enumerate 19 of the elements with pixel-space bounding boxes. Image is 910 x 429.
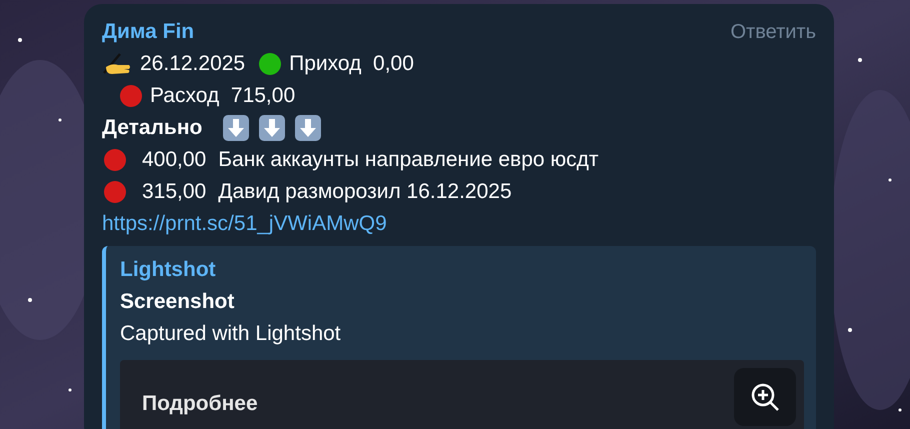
preview-site-name: Lightshot <box>120 257 217 283</box>
more-text: Подробнее <box>142 392 258 416</box>
link-preview[interactable]: Lightshot Screenshot Captured with Lightshot Подробнее <box>102 246 816 429</box>
zoom-button[interactable] <box>734 368 796 426</box>
reply-link[interactable]: Ответить <box>730 20 816 44</box>
screenshot-link[interactable]: https://prnt.sc/51_jVWiAMwQ9 <box>102 212 387 236</box>
sender-name[interactable]: Дима Fin <box>102 20 194 44</box>
entry-text: Банк аккаунты направление евро юсдт <box>218 148 599 172</box>
details-heading: Детально <box>102 116 202 140</box>
writing-hand-icon <box>102 51 132 77</box>
summary-text: Приход 0,00 <box>289 52 414 76</box>
entry-amount: 400,00 <box>142 148 206 172</box>
preview-description: Captured with Lightshot <box>120 321 342 347</box>
summary-text: Расход 715,00 <box>150 84 296 108</box>
preview-title: Screenshot <box>120 289 236 315</box>
zoom-in-icon <box>749 381 781 413</box>
entry-amount: 315,00 <box>142 180 206 204</box>
entry-text: Давид разморозил 16.12.2025 <box>218 180 512 204</box>
date-text: 26.12.2025 <box>140 52 246 76</box>
